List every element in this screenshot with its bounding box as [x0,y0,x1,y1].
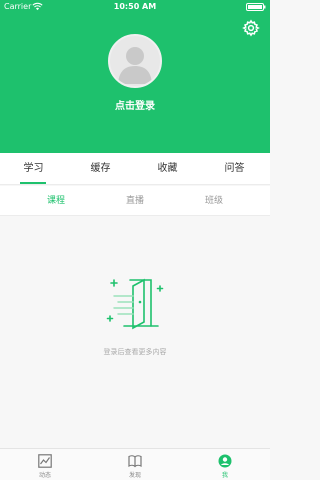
book-icon [128,455,142,468]
active-tab-indicator [20,182,46,184]
tab-study[interactable]: 学习 [0,153,67,185]
profile-header: Carrier 10:50 AM 点击登录 [0,0,270,153]
default-avatar-icon [118,47,152,84]
chart-icon [38,454,52,468]
status-bar: Carrier 10:50 AM [0,0,270,14]
nav-label-discover: 发现 [128,472,141,479]
subtab-classes[interactable]: 班级 [169,186,259,216]
empty-state-message: 登录后查看更多内容 [103,348,167,356]
tab-favorites[interactable]: 收藏 [134,153,201,185]
nav-label-activity: 动态 [38,472,51,479]
main-tabs: 学习 缓存 收藏 问答 [0,153,270,185]
bottom-nav: 动态 发现 我 [0,448,270,480]
nav-item-activity[interactable]: 动态 [0,449,90,480]
settings-gear-icon[interactable] [242,19,260,37]
sub-tabs: 课程 直播 班级 [0,186,270,216]
battery-icon [246,3,266,11]
tab-qa[interactable]: 问答 [201,153,268,185]
login-link[interactable]: 点击登录 [0,97,270,112]
nav-item-discover[interactable]: 发现 [90,449,180,480]
avatar[interactable] [108,34,162,88]
tab-cache[interactable]: 缓存 [67,153,134,185]
nav-item-me[interactable]: 我 [180,449,270,480]
status-time: 10:50 AM [113,2,157,11]
subtab-courses[interactable]: 课程 [11,186,101,216]
empty-door-icon [106,278,164,330]
user-icon [218,454,232,468]
nav-label-me: 我 [221,472,228,479]
subtab-live[interactable]: 直播 [90,186,180,216]
